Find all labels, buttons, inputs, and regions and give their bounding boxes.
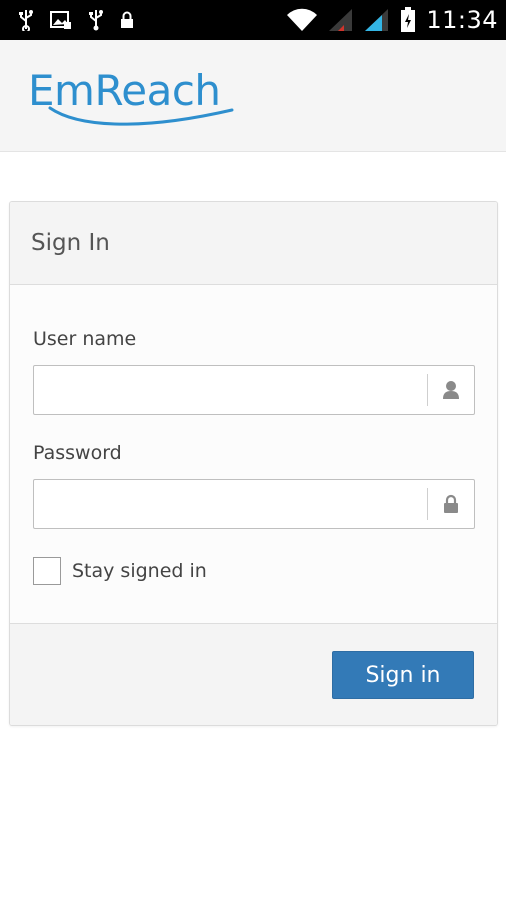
username-input-group: [33, 365, 475, 415]
signin-card-footer: Sign in: [10, 623, 497, 725]
username-label: User name: [33, 328, 137, 350]
usb-icon: [88, 9, 104, 31]
battery-icon: [400, 7, 416, 33]
lock-icon: [427, 480, 474, 528]
usb-icon: [18, 9, 34, 31]
password-label: Password: [33, 442, 122, 464]
app-header: EmReach: [0, 40, 506, 152]
password-input[interactable]: [34, 480, 427, 528]
signin-card-header: Sign In: [10, 202, 497, 285]
signin-card: Sign In User name Password Stay signed i…: [9, 201, 498, 726]
image-icon: [50, 10, 72, 30]
user-icon: [427, 366, 474, 414]
signal-low-icon: [328, 8, 354, 32]
status-bar-notifications: [18, 9, 134, 31]
signin-form: User name Password Stay signed in: [10, 285, 497, 625]
lock-icon: [120, 11, 134, 29]
logo-swoosh-icon: [48, 106, 234, 126]
status-bar: 11:34: [0, 0, 506, 40]
sign-in-button[interactable]: Sign in: [332, 651, 474, 699]
password-input-group: [33, 479, 475, 529]
emreach-logo: EmReach: [28, 70, 234, 126]
status-bar-system: 11:34: [286, 6, 498, 34]
signin-title: Sign In: [31, 230, 110, 256]
stay-signed-in-row[interactable]: Stay signed in: [33, 557, 207, 585]
signal-icon: [364, 8, 390, 32]
stay-signed-in-label[interactable]: Stay signed in: [72, 560, 207, 582]
username-input[interactable]: [34, 366, 427, 414]
status-time: 11:34: [426, 6, 498, 34]
wifi-icon: [286, 8, 318, 32]
stay-signed-in-checkbox[interactable]: [33, 557, 61, 585]
